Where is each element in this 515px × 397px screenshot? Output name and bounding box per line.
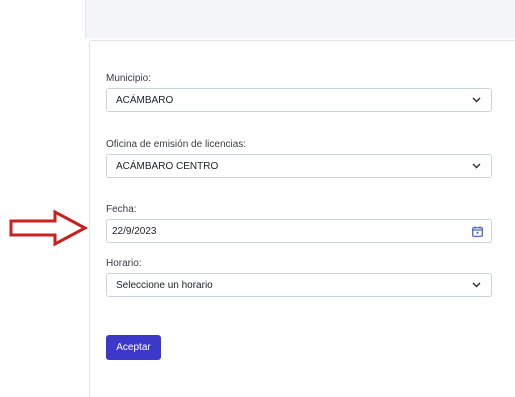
header-band xyxy=(85,0,515,38)
oficina-label: Oficina de emisión de licencias: xyxy=(106,139,247,150)
calendar-icon[interactable] xyxy=(470,224,484,238)
municipio-label: Municipio: xyxy=(106,73,152,84)
horario-value: Seleccione un horario xyxy=(116,279,213,291)
fecha-value: 22/9/2023 xyxy=(112,225,157,237)
horario-label: Horario: xyxy=(106,258,142,269)
fecha-date-input[interactable]: 22/9/2023 xyxy=(106,219,492,243)
chevron-down-icon xyxy=(469,159,483,173)
municipio-value: ACÁMBARO xyxy=(116,94,174,106)
oficina-value: ACÁMBARO CENTRO xyxy=(116,160,219,172)
chevron-down-icon xyxy=(469,93,483,107)
horario-select[interactable]: Seleccione un horario xyxy=(106,273,492,297)
aceptar-button[interactable]: Aceptar xyxy=(106,335,161,360)
red-outline-arrow-icon xyxy=(9,209,89,247)
municipio-select[interactable]: ACÁMBARO xyxy=(106,88,492,112)
fecha-label: Fecha: xyxy=(106,204,137,215)
oficina-select[interactable]: ACÁMBARO CENTRO xyxy=(106,154,492,178)
chevron-down-icon xyxy=(469,278,483,292)
